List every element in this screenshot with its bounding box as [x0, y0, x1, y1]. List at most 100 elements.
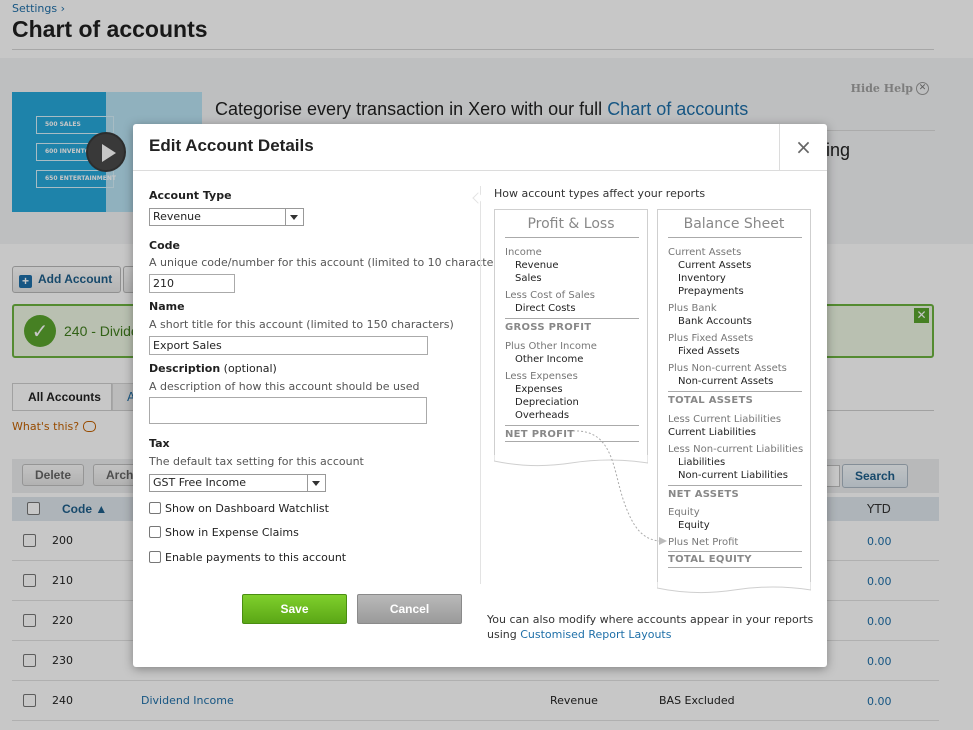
- chevron-down-icon[interactable]: [285, 209, 303, 225]
- bs-bank-accounts: Bank Accounts: [678, 316, 752, 327]
- description-textarea[interactable]: [149, 397, 427, 424]
- description-optional: (optional): [220, 362, 277, 375]
- description-hint: A description of how this account should…: [149, 380, 420, 393]
- code-input[interactable]: 210: [149, 274, 235, 293]
- expense-claims-checkbox[interactable]: [149, 526, 161, 538]
- balance-sheet-diagram: Balance Sheet Current Assets Current Ass…: [657, 209, 811, 594]
- tax-select[interactable]: GST Free Income: [149, 474, 326, 492]
- expense-claims-checkbox-row[interactable]: Show in Expense Claims: [149, 526, 299, 539]
- close-icon[interactable]: ×: [779, 124, 827, 171]
- tax-value: GST Free Income: [153, 476, 247, 489]
- pl-cost-of-sales: Cost of Sales: [526, 290, 595, 301]
- pl-income: Income: [505, 247, 542, 258]
- bs-plus: Plus: [668, 363, 689, 374]
- footnote-line-1: You can also modify where accounts appea…: [487, 613, 814, 626]
- pl-direct-costs: Direct Costs: [515, 303, 576, 314]
- divider-pointer: [472, 192, 484, 204]
- pl-rule: [505, 425, 639, 426]
- pl-other-income-h: Other Income: [525, 341, 597, 352]
- name-label: Name: [149, 300, 185, 313]
- report-guide-heading: How account types affect your reports: [494, 187, 706, 200]
- pl-expenses-h: Expenses: [526, 371, 578, 382]
- profit-loss-title: Profit & Loss: [527, 216, 615, 232]
- bs-plus: Plus: [668, 333, 689, 344]
- description-label: Description (optional): [149, 362, 277, 375]
- cancel-button[interactable]: Cancel: [357, 594, 462, 624]
- bs-current-liab-h: Current Liabilities: [689, 414, 782, 425]
- bs-noncurrent-liab-heading: Less Non-current Liabilities: [668, 444, 803, 455]
- watchlist-label: Show on Dashboard Watchlist: [165, 502, 329, 515]
- dialog-header: Edit Account Details ×: [133, 124, 827, 171]
- pl-sales: Sales: [515, 273, 542, 284]
- bs-rule: [668, 391, 802, 392]
- name-input[interactable]: Export Sales: [149, 336, 428, 355]
- bs-fixed-assets-heading: Plus Fixed Assets: [668, 333, 753, 344]
- bs-noncurrent-assets-h: Non-current Assets: [688, 363, 787, 374]
- bs-current-liab: Current Liabilities: [668, 427, 756, 438]
- bs-current-assets-heading: Current Assets: [668, 247, 742, 258]
- enable-payments-checkbox-row[interactable]: Enable payments to this account: [149, 551, 346, 564]
- bs-bank-h: Bank: [688, 303, 717, 314]
- footnote-prefix: using: [487, 628, 521, 641]
- pl-rule: [505, 318, 639, 319]
- pl-cost-of-sales-heading: Less Cost of Sales: [505, 290, 595, 301]
- bs-rule: [668, 551, 802, 552]
- expense-claims-label: Show in Expense Claims: [165, 526, 299, 539]
- tax-label: Tax: [149, 437, 170, 450]
- code-hint: A unique code/number for this account (l…: [149, 256, 508, 269]
- watchlist-checkbox[interactable]: [149, 502, 161, 514]
- bs-rule: [668, 485, 802, 486]
- bs-equity: Equity: [678, 520, 710, 531]
- save-button[interactable]: Save: [242, 594, 347, 624]
- chevron-down-icon[interactable]: [307, 475, 325, 491]
- description-label-text: Description: [149, 362, 221, 375]
- pl-less: Less: [505, 290, 527, 301]
- bs-noncurrent-liab: Non-current Liabilities: [678, 470, 789, 481]
- pl-less: Less: [505, 371, 527, 382]
- profit-loss-title-rule: [505, 237, 639, 238]
- bs-less: Less: [668, 414, 690, 425]
- bs-prepayments: Prepayments: [678, 286, 744, 297]
- pl-other-income: Other Income: [515, 354, 584, 365]
- pl-depreciation: Depreciation: [515, 397, 579, 408]
- balance-sheet-title-rule: [668, 237, 802, 238]
- account-type-label: Account Type: [149, 189, 232, 202]
- bs-total-equity: TOTAL EQUITY: [668, 554, 752, 565]
- account-type-value: Revenue: [153, 210, 201, 223]
- balance-sheet-title: Balance Sheet: [683, 216, 785, 232]
- bs-current-assets: Current Assets: [678, 260, 752, 271]
- customised-report-layouts-link[interactable]: Customised Report Layouts: [520, 628, 671, 641]
- watchlist-checkbox-row[interactable]: Show on Dashboard Watchlist: [149, 502, 329, 515]
- dialog-title: Edit Account Details: [149, 136, 314, 155]
- paper-torn-edge: [657, 582, 811, 594]
- bs-net-profit: Net Profit: [688, 537, 739, 548]
- enable-payments-checkbox[interactable]: [149, 551, 161, 563]
- pl-expenses-heading: Less Expenses: [505, 371, 578, 382]
- profit-loss-diagram: Profit & Loss Income Revenue Sales Less …: [494, 209, 648, 467]
- name-hint: A short title for this account (limited …: [149, 318, 454, 331]
- net-profit-connector-arrow: [572, 430, 667, 545]
- account-type-select[interactable]: Revenue: [149, 208, 304, 226]
- pl-net-profit: NET PROFIT: [505, 429, 575, 440]
- bs-net-assets: NET ASSETS: [668, 489, 740, 500]
- bs-inventory: Inventory: [678, 273, 726, 284]
- bs-plus: Plus: [668, 303, 689, 314]
- bs-current-liab-heading: Less Current Liabilities: [668, 414, 781, 425]
- code-label: Code: [149, 239, 180, 252]
- bs-noncurrent-liab-h: Non-current Liabilities: [689, 444, 804, 455]
- pl-revenue: Revenue: [515, 260, 559, 271]
- pl-plus: Plus: [505, 341, 526, 352]
- bs-fixed-assets-h: Fixed Assets: [688, 333, 754, 344]
- bs-rule: [668, 567, 802, 568]
- bs-liabilities: Liabilities: [678, 457, 726, 468]
- bs-net-profit-row: Plus Net Profit: [668, 537, 738, 548]
- pl-gross-profit: GROSS PROFIT: [505, 322, 592, 333]
- pl-overheads: Overheads: [515, 410, 570, 421]
- enable-payments-label: Enable payments to this account: [165, 551, 347, 564]
- pl-other-income-heading: Plus Other Income: [505, 341, 597, 352]
- bs-fixed-assets: Fixed Assets: [678, 346, 740, 357]
- bs-bank-heading: Plus Bank: [668, 303, 717, 314]
- customised-layouts-note: You can also modify where accounts appea…: [487, 612, 813, 642]
- footnote-line-2: using Customised Report Layouts: [487, 627, 813, 642]
- bs-noncurrent-assets-heading: Plus Non-current Assets: [668, 363, 787, 374]
